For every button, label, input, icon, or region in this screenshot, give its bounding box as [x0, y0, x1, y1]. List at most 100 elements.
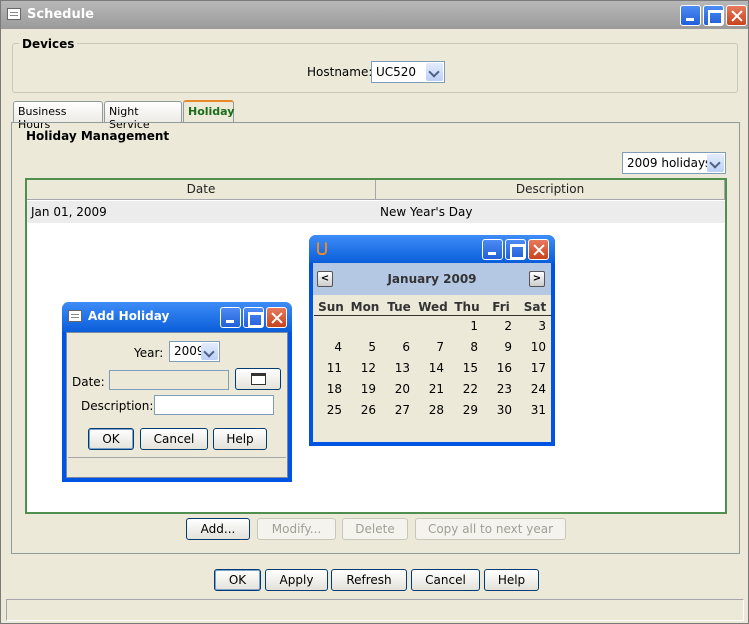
add-holiday-body: Year: 2009 Date: Description: OK Cancel … [66, 332, 288, 478]
dialog-status-bar [68, 457, 286, 476]
calendar-body: < January 2009 > Sun Mon Tue Wed Thu Fri Sat 1… [313, 263, 552, 442]
minimize-icon[interactable] [680, 5, 701, 26]
dialog-help-button[interactable]: Help [213, 428, 267, 450]
ok-button[interactable]: OK [214, 569, 261, 591]
calendar-header: < January 2009 > [313, 263, 551, 295]
window-icon [7, 8, 21, 20]
calendar-day[interactable]: 16 [484, 358, 518, 379]
chevron-down-icon [426, 63, 443, 81]
calendar-button[interactable] [235, 368, 281, 390]
row-date: Jan 01, 2009 [31, 205, 107, 219]
tab-holiday[interactable]: Holiday [183, 100, 234, 123]
dialog-ok-button[interactable]: OK [88, 428, 134, 450]
calendar-day[interactable]: 14 [416, 358, 450, 379]
holiday-management-label: Holiday Management [23, 129, 173, 143]
help-button[interactable]: Help [484, 569, 539, 591]
calendar-day[interactable]: 12 [348, 358, 382, 379]
calendar-empty-cell [382, 316, 416, 337]
calendar-day[interactable]: 13 [382, 358, 416, 379]
minimize-icon[interactable] [220, 307, 241, 328]
weekday-label: Fri [492, 300, 510, 314]
calendar-day[interactable]: 22 [450, 379, 484, 400]
table-row[interactable]: Jan 01, 2009 New Year's Day [27, 201, 725, 223]
weekday-label: Sat [523, 300, 547, 314]
window-icon [68, 310, 82, 322]
hostname-value: UC520 [376, 65, 417, 79]
calendar-day[interactable]: 19 [348, 379, 382, 400]
close-icon[interactable] [528, 239, 549, 260]
hostname-label: Hostname: [307, 65, 373, 79]
calendar-day[interactable]: 3 [518, 316, 552, 337]
row-description: New Year's Day [380, 205, 473, 219]
year-filter-select[interactable]: 2009 holidays [622, 152, 726, 174]
hostname-select[interactable]: UC520 [371, 61, 445, 83]
calendar-day[interactable]: 30 [484, 400, 518, 421]
calendar-day[interactable]: 2 [484, 316, 518, 337]
next-month-button[interactable]: > [529, 271, 545, 287]
add-holiday-title-bar[interactable]: Add Holiday [62, 302, 292, 332]
calendar-day[interactable]: 8 [450, 337, 484, 358]
close-icon[interactable] [726, 5, 747, 26]
calendar-day[interactable]: 31 [518, 400, 552, 421]
title-bar[interactable]: Schedule [1, 1, 748, 29]
calendar-day[interactable]: 10 [518, 337, 552, 358]
weekday-label: Tue [387, 300, 411, 314]
calendar-icon [251, 373, 266, 385]
maximize-icon[interactable] [703, 5, 724, 26]
calendar-day[interactable]: 17 [518, 358, 552, 379]
calendar-title-bar[interactable] [309, 235, 555, 263]
maximize-icon[interactable] [505, 239, 526, 260]
copy-to-next-year-button[interactable]: Copy all to next year [415, 518, 566, 540]
delete-button[interactable]: Delete [342, 518, 408, 540]
calendar-day[interactable]: 15 [450, 358, 484, 379]
date-field[interactable] [109, 370, 229, 390]
calendar-day[interactable]: 9 [484, 337, 518, 358]
dialog-cancel-button[interactable]: Cancel [140, 428, 208, 450]
chevron-down-icon [201, 343, 218, 360]
year-filter-value: 2009 holidays [627, 156, 712, 170]
calendar-day[interactable]: 26 [348, 400, 382, 421]
add-button[interactable]: Add... [186, 518, 250, 540]
calendar-day[interactable]: 25 [314, 400, 348, 421]
weekday-header: Sun Mon Tue Wed Thu Fri Sat [314, 300, 552, 316]
modify-button[interactable]: Modify... [257, 518, 336, 540]
calendar-day[interactable]: 20 [382, 379, 416, 400]
calendar-day[interactable]: 29 [450, 400, 484, 421]
minimize-icon[interactable] [482, 239, 503, 260]
refresh-button[interactable]: Refresh [331, 569, 407, 591]
weekday-label: Mon [350, 300, 380, 314]
calendar-day[interactable]: 24 [518, 379, 552, 400]
cancel-button[interactable]: Cancel [411, 569, 480, 591]
apply-button[interactable]: Apply [265, 569, 328, 591]
tab-night-service[interactable]: Night Service [104, 101, 182, 131]
maximize-icon[interactable] [243, 307, 264, 328]
devices-group-label: Devices [19, 37, 78, 51]
date-label: Date: [72, 375, 105, 389]
calendar-day[interactable]: 5 [348, 337, 382, 358]
chevron-down-icon [707, 154, 724, 172]
weekday-label: Wed [418, 300, 448, 314]
weekday-label: Sun [318, 300, 344, 314]
java-icon [317, 242, 327, 255]
add-holiday-dialog: Add Holiday Year: 2009 Date: Description… [62, 302, 292, 482]
calendar-empty-cell [314, 316, 348, 337]
calendar-day[interactable]: 21 [416, 379, 450, 400]
calendar-empty-cell [348, 316, 382, 337]
description-field[interactable] [154, 395, 274, 415]
calendar-day[interactable]: 1 [450, 316, 484, 337]
column-header-date[interactable]: Date [27, 180, 376, 200]
calendar-day[interactable]: 28 [416, 400, 450, 421]
tab-business-hours[interactable]: Business Hours [13, 101, 103, 131]
close-icon[interactable] [266, 307, 287, 328]
year-label: Year: [134, 346, 164, 360]
calendar-day[interactable]: 6 [382, 337, 416, 358]
calendar-day[interactable]: 4 [314, 337, 348, 358]
calendar-day[interactable]: 27 [382, 400, 416, 421]
calendar-day[interactable]: 18 [314, 379, 348, 400]
calendar-day[interactable]: 7 [416, 337, 450, 358]
year-select[interactable]: 2009 [169, 341, 220, 362]
calendar-day[interactable]: 23 [484, 379, 518, 400]
calendar-day[interactable]: 11 [314, 358, 348, 379]
description-label: Description: [81, 399, 154, 413]
column-header-description[interactable]: Description [376, 180, 725, 200]
